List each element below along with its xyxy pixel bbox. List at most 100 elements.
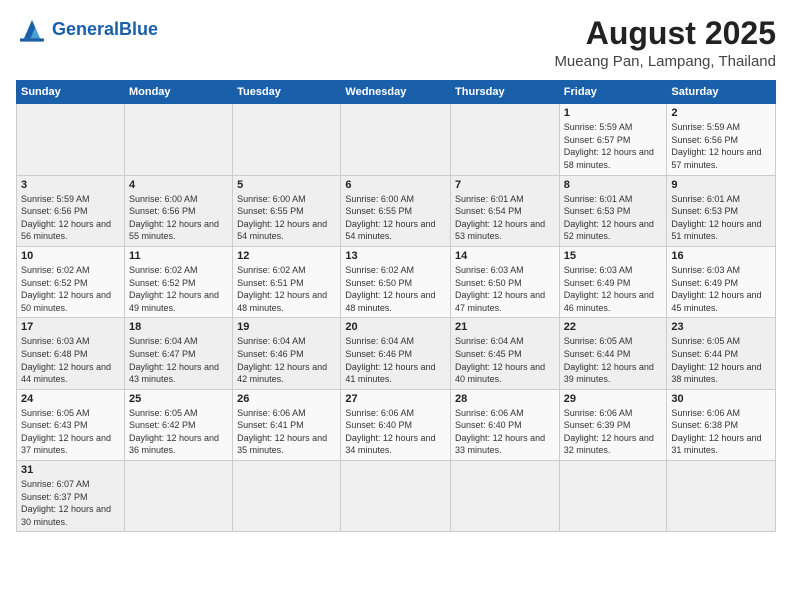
calendar-header-row: Sunday Monday Tuesday Wednesday Thursday… [17, 81, 776, 104]
day-number: 17 [21, 321, 120, 333]
day-info: Sunrise: 6:04 AM Sunset: 6:47 PM Dayligh… [129, 335, 228, 385]
title-block: August 2025 Mueang Pan, Lampang, Thailan… [554, 16, 776, 70]
day-info: Sunrise: 6:03 AM Sunset: 6:49 PM Dayligh… [671, 264, 771, 314]
table-row [451, 104, 560, 175]
day-number: 30 [671, 393, 771, 405]
table-row: 29Sunrise: 6:06 AM Sunset: 6:39 PM Dayli… [559, 389, 667, 460]
calendar-page: GeneralBlue August 2025 Mueang Pan, Lamp… [0, 0, 792, 612]
table-row: 17Sunrise: 6:03 AM Sunset: 6:48 PM Dayli… [17, 318, 125, 389]
day-number: 3 [21, 179, 120, 191]
table-row: 1 Sunrise: 5:59 AM Sunset: 6:57 PM Daylig… [559, 104, 667, 175]
table-row: 14 Sunrise: 6:03 AM Sunset: 6:50 PM Dayli… [451, 246, 560, 317]
day-number: 15 [564, 250, 663, 262]
day-number: 8 [564, 179, 663, 191]
header-friday: Friday [559, 81, 667, 104]
day-info: Sunrise: 6:04 AM Sunset: 6:46 PM Dayligh… [237, 335, 336, 385]
day-number: 5 [237, 179, 336, 191]
table-row: 10 Sunrise: 6:02 AM Sunset: 6:52 PM Dayli… [17, 246, 125, 317]
day-number: 24 [21, 393, 120, 405]
day-number: 7 [455, 179, 555, 191]
day-number: 31 [21, 464, 120, 476]
table-row [233, 104, 341, 175]
table-row: 24Sunrise: 6:05 AM Sunset: 6:43 PM Dayli… [17, 389, 125, 460]
day-info: Sunrise: 6:06 AM Sunset: 6:38 PM Dayligh… [671, 407, 771, 457]
day-number: 18 [129, 321, 228, 333]
table-row: 15 Sunrise: 6:03 AM Sunset: 6:49 PM Dayli… [559, 246, 667, 317]
logo-blue: Blue [119, 19, 158, 39]
day-info: Sunrise: 6:07 AM Sunset: 6:37 PM Dayligh… [21, 478, 120, 528]
month-year-title: August 2025 [554, 16, 776, 51]
day-number: 13 [345, 250, 446, 262]
table-row: 23Sunrise: 6:05 AM Sunset: 6:44 PM Dayli… [667, 318, 776, 389]
table-row: 7 Sunrise: 6:01 AM Sunset: 6:54 PM Daylig… [451, 175, 560, 246]
table-row: 25 Sunrise: 6:05 AM Sunset: 6:42 PM Dayli… [124, 389, 232, 460]
logo-icon [16, 16, 48, 44]
day-info: Sunrise: 6:02 AM Sunset: 6:50 PM Dayligh… [345, 264, 446, 314]
table-row: 30 Sunrise: 6:06 AM Sunset: 6:38 PM Dayli… [667, 389, 776, 460]
day-info: Sunrise: 5:59 AM Sunset: 6:56 PM Dayligh… [21, 193, 120, 243]
day-number: 10 [21, 250, 120, 262]
day-info: Sunrise: 6:05 AM Sunset: 6:44 PM Dayligh… [671, 335, 771, 385]
day-number: 9 [671, 179, 771, 191]
day-number: 19 [237, 321, 336, 333]
location-subtitle: Mueang Pan, Lampang, Thailand [554, 53, 776, 70]
day-info: Sunrise: 6:06 AM Sunset: 6:40 PM Dayligh… [345, 407, 446, 457]
header: GeneralBlue August 2025 Mueang Pan, Lamp… [16, 16, 776, 70]
day-number: 25 [129, 393, 228, 405]
day-number: 20 [345, 321, 446, 333]
day-number: 12 [237, 250, 336, 262]
day-number: 2 [671, 107, 771, 119]
day-info: Sunrise: 6:04 AM Sunset: 6:46 PM Dayligh… [345, 335, 446, 385]
table-row: 3 Sunrise: 5:59 AM Sunset: 6:56 PM Daylig… [17, 175, 125, 246]
day-info: Sunrise: 6:01 AM Sunset: 6:53 PM Dayligh… [671, 193, 771, 243]
day-number: 21 [455, 321, 555, 333]
table-row [451, 461, 560, 532]
day-info: Sunrise: 5:59 AM Sunset: 6:56 PM Dayligh… [671, 121, 771, 171]
day-number: 26 [237, 393, 336, 405]
header-wednesday: Wednesday [341, 81, 451, 104]
day-number: 4 [129, 179, 228, 191]
day-info: Sunrise: 6:03 AM Sunset: 6:49 PM Dayligh… [564, 264, 663, 314]
table-row: 28Sunrise: 6:06 AM Sunset: 6:40 PM Dayli… [451, 389, 560, 460]
table-row [124, 104, 232, 175]
day-number: 28 [455, 393, 555, 405]
table-row: 22Sunrise: 6:05 AM Sunset: 6:44 PM Dayli… [559, 318, 667, 389]
day-info: Sunrise: 6:05 AM Sunset: 6:42 PM Dayligh… [129, 407, 228, 457]
logo-text: GeneralBlue [52, 20, 158, 40]
table-row: 6 Sunrise: 6:00 AM Sunset: 6:55 PM Daylig… [341, 175, 451, 246]
table-row [667, 461, 776, 532]
table-row: 11 Sunrise: 6:02 AM Sunset: 6:52 PM Dayli… [124, 246, 232, 317]
logo: GeneralBlue [16, 16, 158, 44]
day-info: Sunrise: 6:02 AM Sunset: 6:52 PM Dayligh… [129, 264, 228, 314]
day-number: 1 [564, 107, 663, 119]
table-row [233, 461, 341, 532]
table-row: 20 Sunrise: 6:04 AM Sunset: 6:46 PM Dayli… [341, 318, 451, 389]
logo-general: General [52, 19, 119, 39]
table-row: 19 Sunrise: 6:04 AM Sunset: 6:46 PM Dayli… [233, 318, 341, 389]
table-row [559, 461, 667, 532]
table-row: 2 Sunrise: 5:59 AM Sunset: 6:56 PM Daylig… [667, 104, 776, 175]
table-row: 26 Sunrise: 6:06 AM Sunset: 6:41 PM Dayli… [233, 389, 341, 460]
day-number: 14 [455, 250, 555, 262]
day-info: Sunrise: 6:03 AM Sunset: 6:50 PM Dayligh… [455, 264, 555, 314]
day-info: Sunrise: 6:04 AM Sunset: 6:45 PM Dayligh… [455, 335, 555, 385]
day-info: Sunrise: 6:02 AM Sunset: 6:51 PM Dayligh… [237, 264, 336, 314]
day-number: 22 [564, 321, 663, 333]
day-info: Sunrise: 6:01 AM Sunset: 6:53 PM Dayligh… [564, 193, 663, 243]
day-info: Sunrise: 6:06 AM Sunset: 6:41 PM Dayligh… [237, 407, 336, 457]
day-info: Sunrise: 6:02 AM Sunset: 6:52 PM Dayligh… [21, 264, 120, 314]
day-info: Sunrise: 6:00 AM Sunset: 6:55 PM Dayligh… [345, 193, 446, 243]
table-row: 8 Sunrise: 6:01 AM Sunset: 6:53 PM Daylig… [559, 175, 667, 246]
table-row: 18 Sunrise: 6:04 AM Sunset: 6:47 PM Dayli… [124, 318, 232, 389]
header-tuesday: Tuesday [233, 81, 341, 104]
day-number: 11 [129, 250, 228, 262]
day-info: Sunrise: 6:01 AM Sunset: 6:54 PM Dayligh… [455, 193, 555, 243]
day-number: 6 [345, 179, 446, 191]
header-saturday: Saturday [667, 81, 776, 104]
header-thursday: Thursday [451, 81, 560, 104]
table-row: 5 Sunrise: 6:00 AM Sunset: 6:55 PM Daylig… [233, 175, 341, 246]
table-row: 27Sunrise: 6:06 AM Sunset: 6:40 PM Dayli… [341, 389, 451, 460]
day-info: Sunrise: 6:00 AM Sunset: 6:55 PM Dayligh… [237, 193, 336, 243]
day-info: Sunrise: 5:59 AM Sunset: 6:57 PM Dayligh… [564, 121, 663, 171]
table-row: 12 Sunrise: 6:02 AM Sunset: 6:51 PM Dayli… [233, 246, 341, 317]
